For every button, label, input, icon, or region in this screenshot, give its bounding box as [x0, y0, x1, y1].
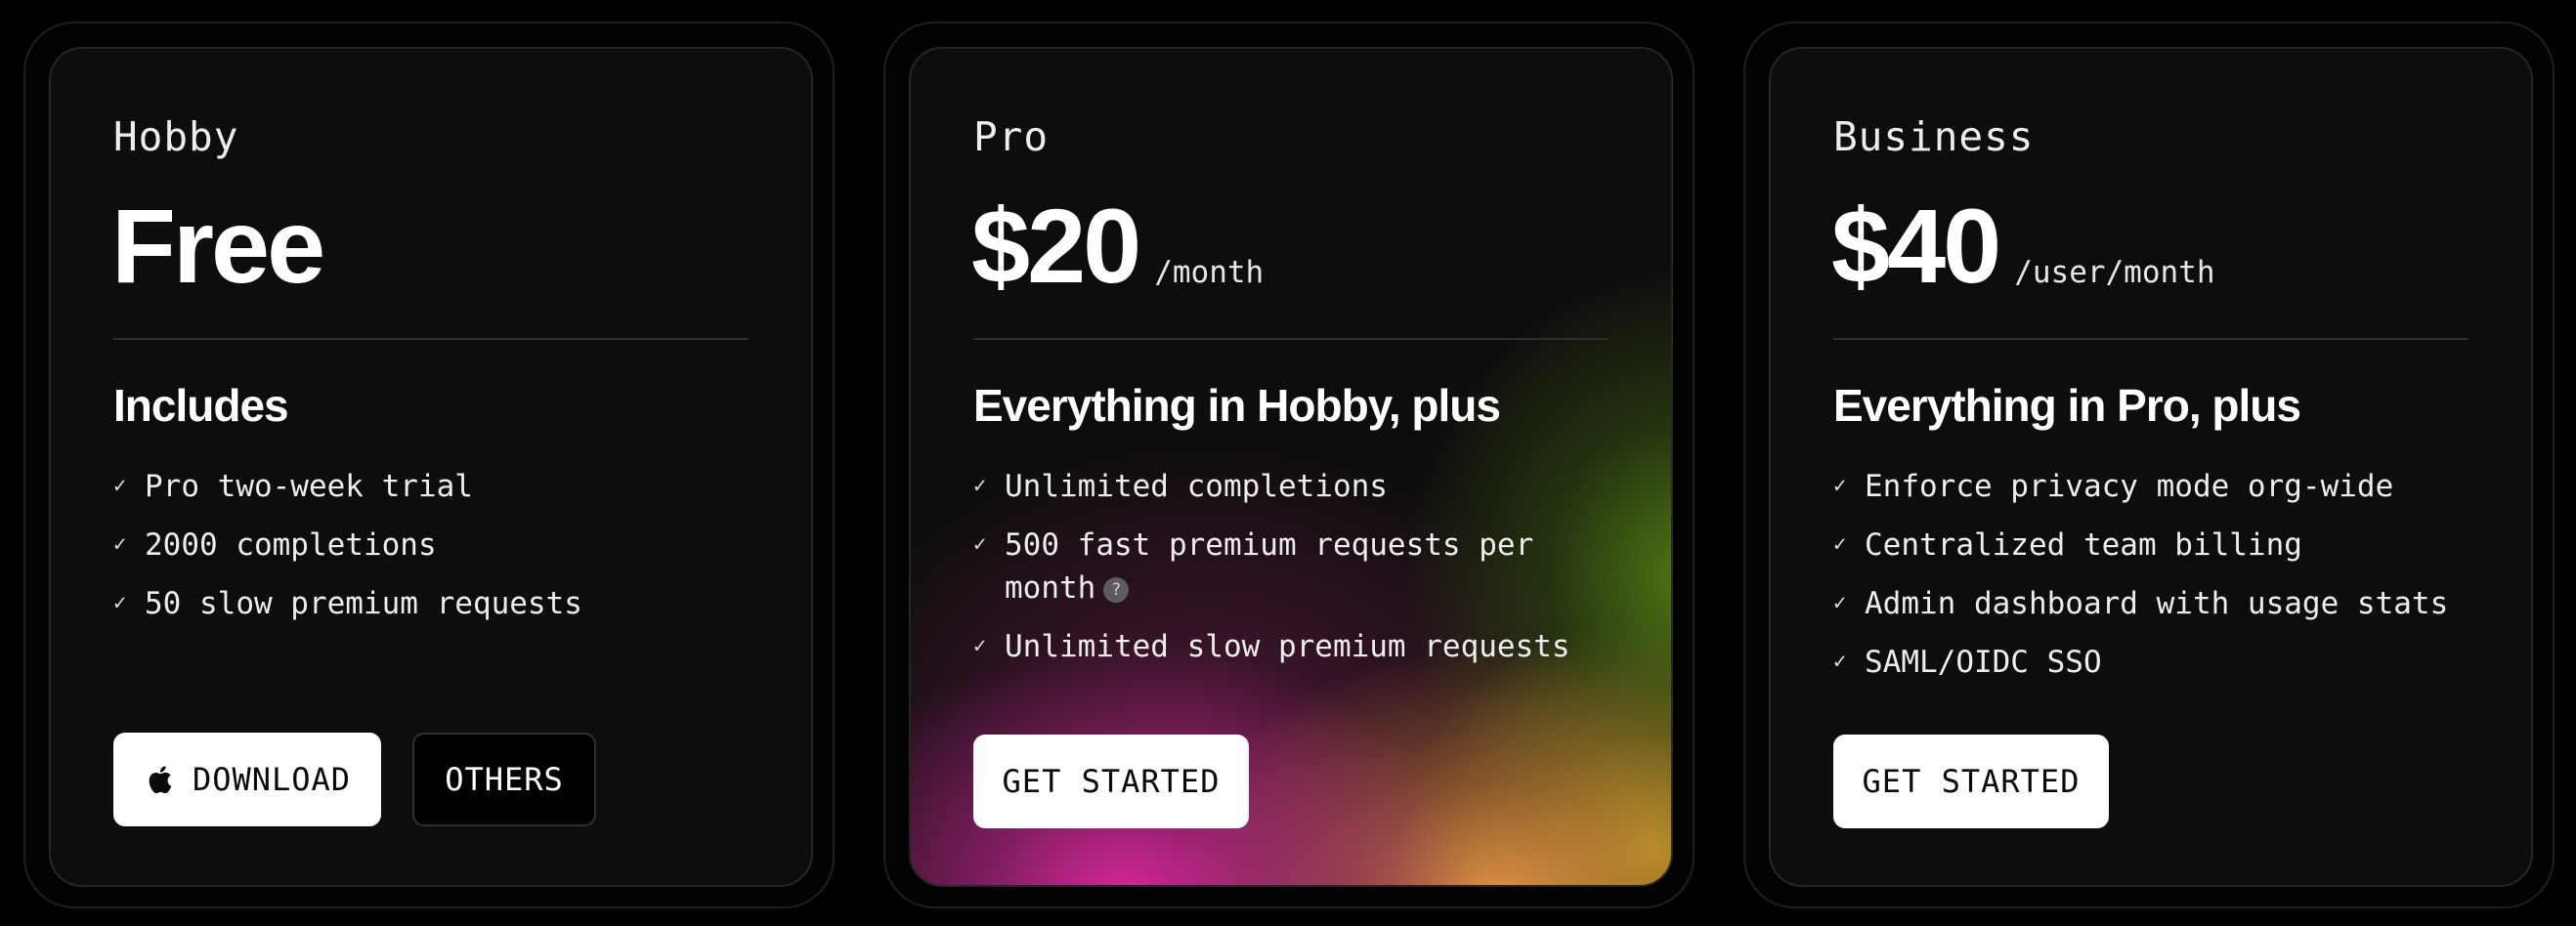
price-period: /user/month [2014, 255, 2215, 290]
divider [973, 338, 1609, 340]
check-icon: ✓ [113, 591, 127, 615]
feature-item: ✓ SAML/OIDC SSO [1833, 641, 2488, 684]
get-started-button-label: GET STARTED [1002, 763, 1221, 800]
features-heading: Everything in Pro, plus [1833, 380, 2301, 431]
feature-item: ✓ Unlimited completions [973, 465, 1628, 508]
check-icon: ✓ [113, 532, 127, 557]
get-started-button-pro[interactable]: GET STARTED [973, 735, 1249, 828]
feature-text: 2000 completions [145, 527, 437, 563]
check-icon: ✓ [973, 634, 987, 658]
check-icon: ✓ [113, 474, 127, 498]
plan-name: Pro [973, 113, 1050, 160]
check-icon: ✓ [973, 474, 987, 498]
plan-name: Business [1833, 113, 2035, 160]
feature-list: ✓ Enforce privacy mode org-wide ✓ Centrali… [1833, 465, 2488, 699]
others-button-label: OTHERS [445, 761, 564, 798]
plan-card-hobby: Hobby Free Includes ✓ Pro two-week trial … [23, 21, 835, 908]
download-button-label: DOWNLOAD [192, 761, 352, 798]
price-row: $40 /user/month [1831, 193, 2215, 299]
feature-text: Pro two-week trial [145, 469, 473, 504]
price-row: Free [111, 187, 325, 305]
feature-item: ✓ Unlimited slow premium requests [973, 625, 1628, 668]
feature-text: Unlimited slow premium requests [1005, 629, 1570, 664]
plan-price: $40 [1831, 187, 2001, 305]
feature-text: 50 slow premium requests [145, 586, 582, 621]
feature-text: SAML/OIDC SSO [1865, 645, 2102, 680]
download-button[interactable]: DOWNLOAD [113, 733, 381, 826]
divider [1833, 338, 2469, 340]
plan-card-hobby-inner: Hobby Free Includes ✓ Pro two-week trial … [49, 47, 813, 887]
help-icon[interactable]: ? [1103, 576, 1130, 603]
feature-list: ✓ Pro two-week trial ✓ 2000 completions ✓ 5… [113, 465, 768, 641]
get-started-button-label: GET STARTED [1862, 763, 2081, 800]
feature-text: Enforce privacy mode org-wide [1865, 469, 2394, 504]
check-icon: ✓ [1833, 532, 1847, 557]
feature-text: Admin dashboard with usage stats [1865, 586, 2449, 621]
feature-item: ✓ Enforce privacy mode org-wide [1833, 465, 2488, 508]
feature-item: ✓ Admin dashboard with usage stats [1833, 582, 2488, 625]
feature-list: ✓ Unlimited completions ✓ 500 fast premium… [973, 465, 1628, 684]
features-heading: Includes [113, 380, 289, 431]
feature-text: Centralized team billing [1865, 527, 2302, 563]
plan-card-business: Business $40 /user/month Everything in P… [1743, 21, 2555, 908]
feature-text: Unlimited completions [1005, 469, 1388, 504]
feature-item: ✓ Centralized team billing [1833, 524, 2488, 567]
features-heading: Everything in Hobby, plus [973, 380, 1501, 431]
check-icon: ✓ [1833, 474, 1847, 498]
feature-text: 500 fast premium requests per month [1005, 527, 1534, 606]
plan-card-pro: Pro $20 /month Everything in Hobby, plus… [883, 21, 1695, 908]
check-icon: ✓ [973, 532, 987, 557]
plan-card-business-inner: Business $40 /user/month Everything in P… [1769, 47, 2533, 887]
feature-item: ✓ 50 slow premium requests [113, 582, 768, 625]
price-period: /month [1154, 255, 1265, 290]
pricing-plans: Hobby Free Includes ✓ Pro two-week trial … [0, 0, 2576, 926]
plan-card-pro-inner: Pro $20 /month Everything in Hobby, plus… [909, 47, 1673, 887]
check-icon: ✓ [1833, 591, 1847, 615]
plan-price: $20 [971, 187, 1141, 305]
others-button[interactable]: OTHERS [412, 733, 596, 826]
feature-item: ✓ 2000 completions [113, 524, 768, 567]
feature-item: ✓ Pro two-week trial [113, 465, 768, 508]
divider [113, 338, 749, 340]
feature-item: ✓ 500 fast premium requests per month? [973, 524, 1571, 610]
plan-price: Free [111, 187, 325, 305]
apple-icon [149, 766, 172, 794]
plan-name: Hobby [113, 113, 239, 160]
price-row: $20 /month [971, 193, 1264, 299]
check-icon: ✓ [1833, 650, 1847, 674]
get-started-button-business[interactable]: GET STARTED [1833, 735, 2109, 828]
